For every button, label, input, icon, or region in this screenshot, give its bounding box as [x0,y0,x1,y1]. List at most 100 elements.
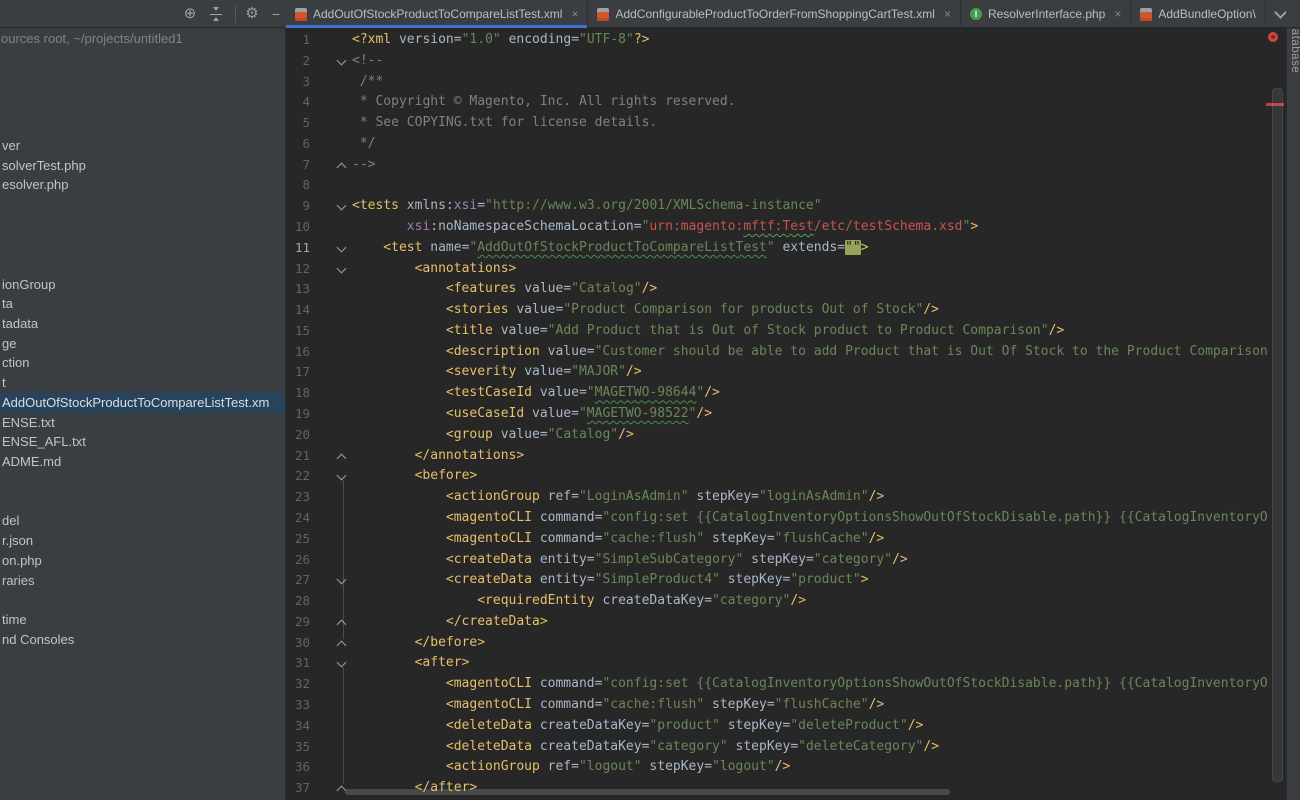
code-line[interactable]: 6 */ [286,134,1286,155]
code-line[interactable]: 2<!-- [286,51,1286,72]
code-token: * Copyright © Magento, Inc. All rights r… [352,94,736,109]
line-number: 19 [286,404,310,425]
code-line[interactable]: 19<useCaseId value="MAGETWO-98522"/> [286,404,1286,425]
fold-toggle-icon[interactable] [338,244,350,254]
fold-toggle-icon[interactable] [338,618,350,628]
code-token: /> [626,364,642,379]
close-tab-icon[interactable]: × [571,7,578,21]
fold-toggle-icon[interactable] [338,452,350,462]
code-text: <actionGroup ref="logout" stepKey="logou… [352,757,1286,778]
code-text: <features value="Catalog"/> [352,279,1286,300]
code-line[interactable]: 36<actionGroup ref="logout" stepKey="log… [286,757,1286,778]
code-line[interactable]: 12<annotations> [286,259,1286,280]
code-line[interactable]: 5 * See COPYING.txt for license details. [286,113,1286,134]
tree-item[interactable]: AddOutOfStockProductToCompareListTest.xm [0,393,285,413]
tree-item[interactable]: esolver.php [0,175,285,195]
code-line[interactable]: 9<tests xmlns:xsi="http://www.w3.org/200… [286,196,1286,217]
tab-overflow-chevron[interactable] [1266,0,1286,28]
code-line[interactable]: 35<deleteData createDataKey="category" s… [286,737,1286,758]
code-token: ref [548,759,571,774]
code-line[interactable]: 8 [286,175,1286,196]
code-line[interactable]: 21</annotations> [286,446,1286,467]
code-token: "cache:flush" [602,531,704,546]
code-line[interactable]: 30</before> [286,633,1286,654]
code-line[interactable]: 31<after> [286,653,1286,674]
code-line[interactable]: 4 * Copyright © Magento, Inc. All rights… [286,92,1286,113]
code-line[interactable]: 23<actionGroup ref="LoginAsAdmin" stepKe… [286,487,1286,508]
chevron-up-icon [337,619,347,629]
fold-toggle-icon[interactable] [338,659,350,669]
tree-item[interactable]: solverTest.php [0,156,285,176]
fold-toggle-icon[interactable] [338,161,350,171]
code-line[interactable]: 32<magentoCLI command="config:set {{Cata… [286,674,1286,695]
code-line[interactable]: 34<deleteData createDataKey="product" st… [286,716,1286,737]
fold-toggle-icon[interactable] [338,472,350,482]
tab-4[interactable]: AddBundleOption\ [1131,0,1265,28]
code-line[interactable]: 27<createData entity="SimpleProduct4" st… [286,570,1286,591]
code-token: /> [923,739,939,754]
code-line[interactable]: 26<createData entity="SimpleSubCategory"… [286,550,1286,571]
tree-item[interactable]: ta [0,294,285,314]
tree-item[interactable]: ADME.md [0,452,285,472]
tree-item[interactable]: ge [0,334,285,354]
code-line[interactable]: 20<group value="Catalog"/> [286,425,1286,446]
code-line[interactable]: 25<magentoCLI command="cache:flush" step… [286,529,1286,550]
tree-item[interactable]: ction [0,353,285,373]
code-line[interactable]: 37</after> [286,778,1286,799]
locate-file-icon[interactable]: ⊕ [180,4,200,24]
collapse-all-icon[interactable] [208,7,224,21]
code-token: --> [352,157,375,172]
hide-panel-icon[interactable]: − [266,4,286,24]
code-line[interactable]: 10xsi:noNamespaceSchemaLocation="urn:mag… [286,217,1286,238]
code-line[interactable]: 18<testCaseId value="MAGETWO-98644"/> [286,383,1286,404]
fold-toggle-icon[interactable] [338,576,350,586]
code-line[interactable]: 14<stories value="Product Comparison for… [286,300,1286,321]
code-token: "Catalog" [548,427,618,442]
line-number: 33 [286,695,310,716]
tree-item[interactable]: del [0,511,285,531]
tree-item[interactable]: r.json [0,531,285,551]
code-line[interactable]: 11<test name="AddOutOfStockProductToComp… [286,238,1286,259]
tree-item[interactable]: ENSE_AFL.txt [0,432,285,452]
code-line[interactable]: 15<title value="Add Product that is Out … [286,321,1286,342]
close-tab-icon[interactable]: × [944,7,951,21]
code-line[interactable]: 16<description value="Customer should be… [286,342,1286,363]
code-editor[interactable]: 1<?xml version="1.0" encoding="UTF-8"?>2… [286,28,1286,800]
fold-toggle-icon[interactable] [338,57,350,67]
fold-toggle-icon[interactable] [338,639,350,649]
tree-item[interactable]: t [0,373,285,393]
tree-item[interactable]: nd Consoles [0,630,285,650]
code-line[interactable]: 29</createData> [286,612,1286,633]
tree-item[interactable]: on.php [0,551,285,571]
tree-item[interactable]: raries [0,571,285,591]
code-token [501,32,509,47]
gear-icon[interactable]: ⚙ [242,4,262,24]
code-line[interactable]: 13<features value="Catalog"/> [286,279,1286,300]
tree-item[interactable]: ver [0,136,285,156]
tab-2[interactable]: AddConfigurableProductToOrderFromShoppin… [588,0,961,28]
tree-item[interactable]: ionGroup [0,275,285,295]
code-line[interactable]: 33<magentoCLI command="cache:flush" step… [286,695,1286,716]
code-token: "Add Product that is Out of Stock produc… [548,323,1049,338]
code-token: /> [642,281,658,296]
close-tab-icon[interactable]: × [1114,7,1121,21]
code-line[interactable]: 3 /** [286,72,1286,93]
code-token: stepKey [649,759,704,774]
code-line[interactable]: 17<severity value="MAJOR"/> [286,362,1286,383]
fold-toggle-icon[interactable] [338,202,350,212]
fold-toggle-icon[interactable] [338,784,350,794]
tree-item[interactable]: ENSE.txt [0,413,285,433]
code-line[interactable]: 28<requiredEntity createDataKey="categor… [286,591,1286,612]
code-line[interactable]: 7--> [286,155,1286,176]
code-token: "loginAsAdmin" [759,489,869,504]
tab-3[interactable]: IResolverInterface.php× [961,0,1131,28]
code-line[interactable]: 24<magentoCLI command="config:set {{Cata… [286,508,1286,529]
project-tree-panel[interactable]: ources root, ~/projects/untitled1 versol… [0,28,286,800]
fold-toggle-icon[interactable] [338,265,350,275]
tab-1[interactable]: AddOutOfStockProductToCompareListTest.xm… [286,0,588,28]
code-line[interactable]: 1<?xml version="1.0" encoding="UTF-8"?> [286,30,1286,51]
code-token: = [704,759,712,774]
code-line[interactable]: 22<before> [286,466,1286,487]
tree-item[interactable]: time [0,610,285,630]
tree-item[interactable]: tadata [0,314,285,334]
